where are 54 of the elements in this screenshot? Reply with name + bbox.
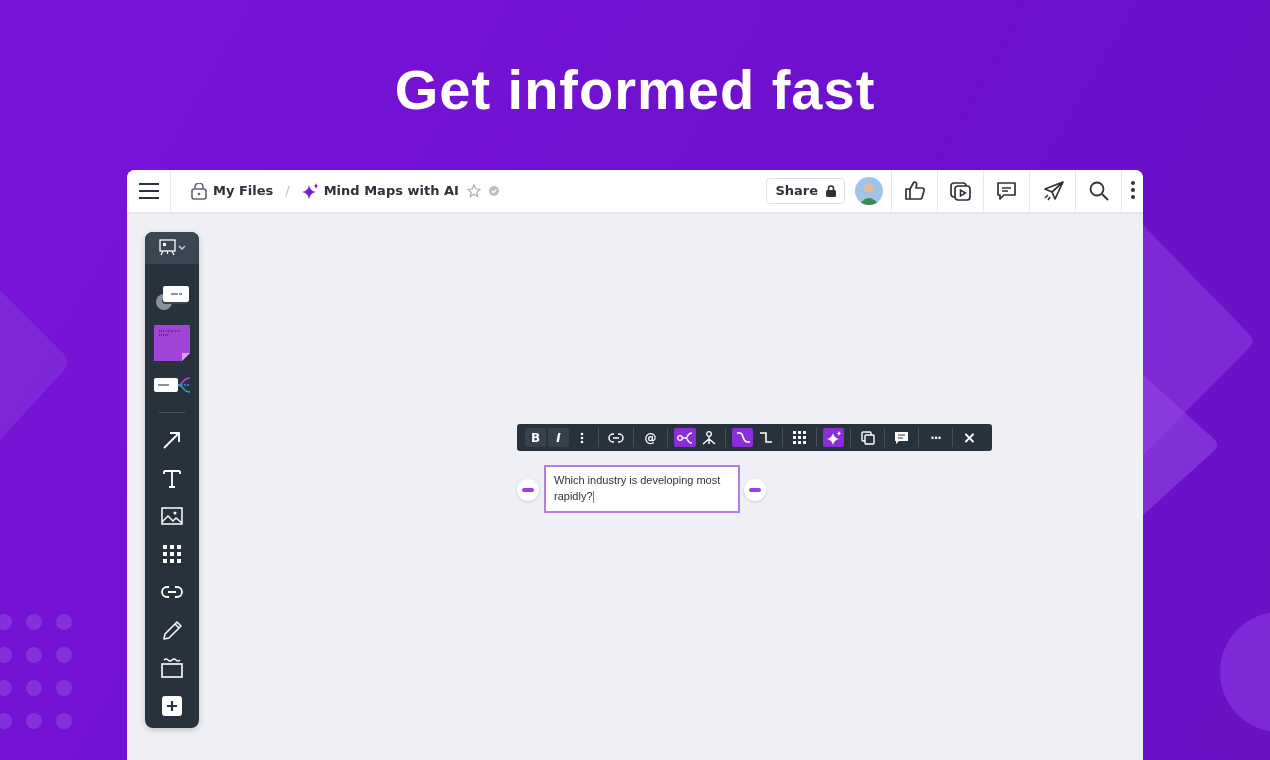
- tree-layout-icon: [701, 430, 716, 445]
- arrow-icon: [162, 430, 182, 450]
- sticky-note-icon: [154, 325, 190, 361]
- more-button[interactable]: ···: [925, 428, 946, 447]
- plus-icon: [162, 696, 182, 716]
- branch-layout-icon: [677, 431, 693, 444]
- share-button[interactable]: Share: [766, 178, 845, 204]
- lock-icon: [826, 185, 836, 197]
- more-icon: [1129, 180, 1136, 202]
- text-icon: [162, 468, 182, 488]
- verified-icon: [488, 186, 499, 196]
- sparkle-icon: [826, 430, 841, 445]
- sparkle-icon: [301, 182, 318, 200]
- pencil-icon: [161, 619, 183, 641]
- branch-button[interactable]: [674, 428, 696, 447]
- breadcrumb-separator: /: [285, 182, 290, 201]
- mention-button[interactable]: @: [640, 428, 661, 447]
- presentation-icon: [157, 238, 187, 258]
- breadcrumb-link[interactable]: My Files: [191, 181, 274, 201]
- link-icon: [161, 584, 183, 600]
- vertical-dots-icon: [579, 431, 584, 444]
- comment-icon: [894, 430, 909, 445]
- collapse-handle[interactable]: [517, 479, 539, 501]
- grid-icon: [163, 545, 181, 563]
- play-icon: [949, 180, 972, 202]
- avatar[interactable]: [855, 177, 883, 205]
- add-branch-handle[interactable]: [744, 479, 766, 501]
- close-button[interactable]: ×: [959, 428, 980, 447]
- node-text: Which industry is developing most rapidly?: [554, 473, 730, 505]
- link-icon: [608, 431, 624, 444]
- grid-icon: [793, 431, 806, 444]
- search-icon: [1087, 180, 1110, 202]
- breadcrumb-link[interactable]: Mind Maps with AI: [301, 181, 459, 201]
- menu-icon: [138, 183, 159, 199]
- bold-button[interactable]: B: [525, 428, 546, 447]
- ai-button[interactable]: [823, 428, 844, 447]
- presentation-tool[interactable]: [145, 232, 199, 264]
- headline: Get informed fast: [394, 57, 876, 123]
- elbow-connector-icon: [758, 431, 773, 444]
- duplicate-icon: [860, 430, 875, 445]
- star-icon: [466, 184, 481, 198]
- shapes-icon: [154, 283, 190, 311]
- curved-connector-icon: [735, 431, 750, 444]
- mind-map-node[interactable]: Which industry is developing most rapidly?: [544, 465, 740, 513]
- mind-map-icon: [154, 375, 190, 395]
- paper-plane-icon: [1041, 180, 1064, 202]
- frame-icon: [161, 658, 183, 678]
- comment-icon: [995, 180, 1018, 202]
- curve-button[interactable]: [732, 428, 753, 447]
- italic-button[interactable]: I: [548, 428, 569, 447]
- lock-icon: [191, 182, 207, 200]
- thumbs-up-icon: [903, 180, 926, 202]
- star-button[interactable]: [466, 184, 481, 198]
- image-icon: [161, 506, 183, 526]
